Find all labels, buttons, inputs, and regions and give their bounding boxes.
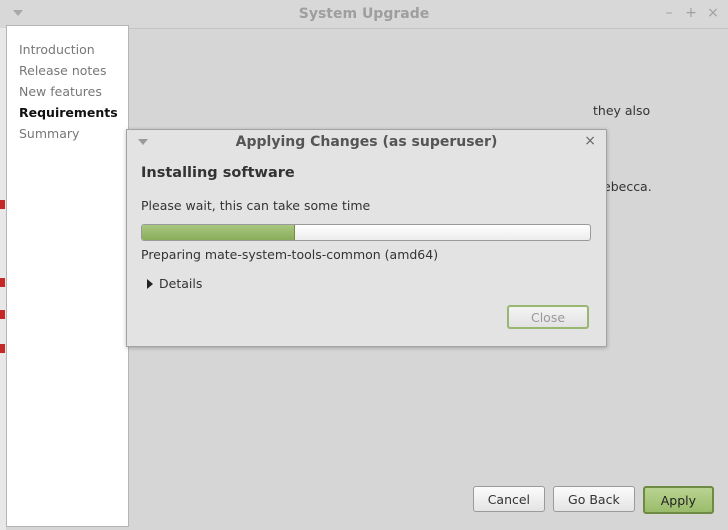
dialog-title: Applying Changes (as superuser) [235,134,498,150]
sidebar-item-new-features[interactable]: New features [7,81,128,102]
close-button[interactable]: Close [507,305,589,329]
expander-triangle-icon [147,278,153,289]
window-controls: – + × [662,5,720,21]
sidebar-item-introduction[interactable]: Introduction [7,39,128,60]
content-text-fragment: ebecca. [603,179,652,194]
edge-marker [0,200,5,209]
details-expander[interactable]: Details [147,276,202,291]
applying-changes-dialog: Applying Changes (as superuser) × Instal… [126,129,607,347]
install-progress-bar [141,224,591,241]
go-back-button[interactable]: Go Back [553,486,635,512]
edge-marker [0,344,5,353]
sidebar-item-summary[interactable]: Summary [7,123,128,144]
apply-button[interactable]: Apply [642,486,714,514]
progress-fill [142,225,296,240]
content-text-fragment: they also [593,103,651,118]
details-label: Details [159,276,203,291]
dialog-message: Please wait, this can take some time [141,198,371,213]
dialog-titlebar: Applying Changes (as superuser) × [127,130,606,154]
footer-buttons: Cancel Go Back Apply [472,486,714,514]
dialog-close-icon[interactable]: × [584,133,596,149]
edge-marker [0,278,5,287]
edge-marker [0,310,5,319]
minimize-icon[interactable]: – [662,5,676,21]
steps-list: Introduction Release notes New features … [7,26,128,144]
cancel-button[interactable]: Cancel [472,486,546,512]
sidebar-item-release-notes[interactable]: Release notes [7,60,128,81]
close-icon[interactable]: × [706,5,720,21]
dialog-heading: Installing software [141,165,295,181]
maximize-icon[interactable]: + [684,5,698,21]
steps-sidebar: Introduction Release notes New features … [6,25,129,527]
window-title: System Upgrade [298,6,430,22]
sidebar-item-requirements[interactable]: Requirements [7,102,128,123]
progress-status-text: Preparing mate-system-tools-common (amd6… [141,247,439,262]
